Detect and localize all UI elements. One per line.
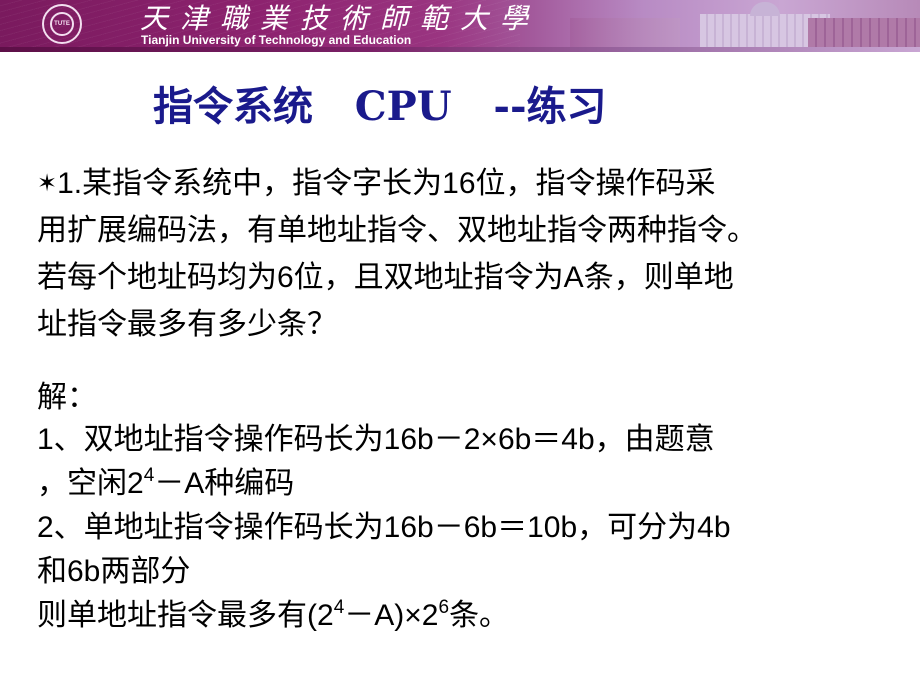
answer-text: 条。: [449, 599, 510, 632]
answer-line: 2、单地址指令操作码长为16b－6b＝10b，可分为4b: [37, 511, 731, 544]
university-name-cn: 天津職業技術師範大學: [140, 2, 541, 35]
building-dome: [750, 2, 780, 16]
answer-text: －A种编码: [154, 467, 295, 500]
answer-text: 则单地址指令最多有(2: [37, 599, 334, 632]
answer-text: ，空闲2: [37, 467, 144, 500]
header-banner: TUTE 天津職業技術師範大學 Tianjin University of Te…: [0, 0, 920, 52]
question-line: 若每个地址码均为6位，且双地址指令为A条，则单地: [37, 261, 734, 294]
exponent: 4: [143, 465, 155, 486]
question-line: ✶1.某指令系统中，指令字长为16位，指令操作码采: [37, 160, 897, 207]
answer-line: 则单地址指令最多有(24－A)×26条。: [37, 594, 897, 638]
university-logo-icon: TUTE: [42, 4, 82, 44]
slide-title: 指令系统 CPU --练习: [153, 83, 607, 130]
exponent: 6: [438, 597, 450, 618]
answer-text: －A)×2: [344, 599, 439, 632]
university-name-en: Tianjin University of Technology and Edu…: [141, 33, 412, 47]
answer-line: 和6b两部分: [37, 555, 191, 588]
question-line: 址指令最多有多少条？: [37, 308, 337, 341]
logo-emblem: TUTE: [50, 12, 74, 36]
banner-bottom-stripe: [0, 47, 920, 52]
slide-body: ✶1.某指令系统中，指令字长为16位，指令操作码采 用扩展编码法，有单地址指令、…: [37, 160, 897, 638]
question-text: 1.某指令系统中，指令字长为16位，指令操作码采: [57, 167, 716, 200]
question-line: 用扩展编码法，有单地址指令、双地址指令两种指令。: [37, 214, 757, 247]
star-bullet-icon: ✶: [37, 170, 58, 197]
building-left: [570, 18, 680, 48]
exponent: 4: [333, 597, 345, 618]
building-right: [808, 18, 920, 48]
answer-heading: 解：: [37, 381, 97, 414]
answer-line: 1、双地址指令操作码长为16b－2×6b＝4b，由题意: [37, 423, 715, 456]
campus-photo: [570, 2, 920, 48]
answer-line: ，空闲24－A种编码: [37, 462, 897, 506]
